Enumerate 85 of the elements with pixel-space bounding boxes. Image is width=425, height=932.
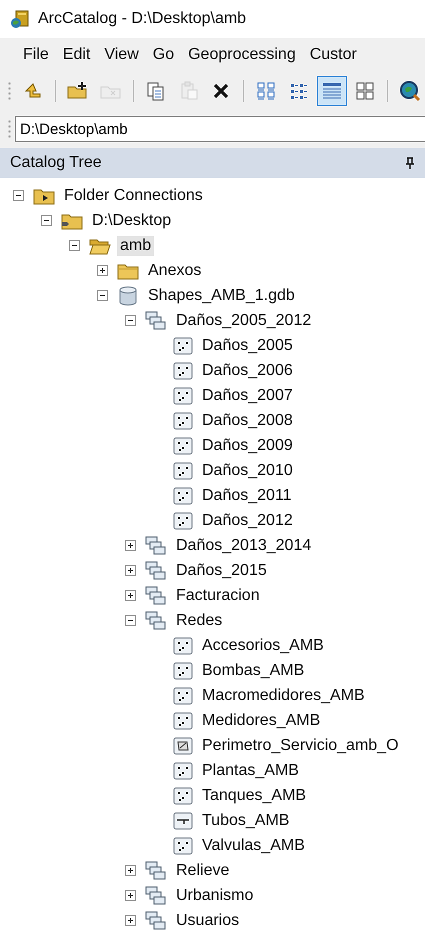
feature-dataset-icon <box>145 886 167 906</box>
point-layer-icon <box>173 512 193 530</box>
feature-dataset-icon <box>145 586 167 606</box>
details-view-icon[interactable] <box>317 76 348 106</box>
panel-title: Catalog Tree <box>10 154 102 172</box>
point-layer-icon <box>173 786 193 804</box>
point-layer-icon <box>173 362 193 380</box>
collapse-icon[interactable] <box>41 215 52 226</box>
folder-connections-icon <box>33 186 55 204</box>
window-title: ArcCatalog - D:\Desktop\amb <box>38 10 246 28</box>
tree-item[interactable]: Daños_2011 <box>199 486 295 506</box>
expand-icon[interactable] <box>97 265 108 276</box>
tree-item[interactable]: Relieve <box>173 860 232 880</box>
folder-icon <box>117 262 139 280</box>
expand-icon[interactable] <box>125 890 136 901</box>
tree-item[interactable]: Daños_2013_2014 <box>173 536 314 556</box>
tree-item[interactable]: Daños_2008 <box>199 410 296 430</box>
tree-item[interactable]: Redes <box>173 610 226 630</box>
collapse-icon[interactable] <box>97 290 108 301</box>
point-layer-icon <box>173 486 193 504</box>
menu-item[interactable]: Edit <box>62 46 90 64</box>
tree-item[interactable]: Medidores_AMB <box>199 710 324 730</box>
tree-item[interactable]: Daños_2005_2012 <box>173 310 314 330</box>
feature-dataset-icon <box>145 310 167 330</box>
tree-item[interactable]: Anexos <box>145 260 204 280</box>
point-layer-icon <box>173 436 193 454</box>
tree-item[interactable]: Daños_2010 <box>199 460 296 480</box>
database-icon <box>117 286 139 306</box>
menu-item[interactable]: View <box>104 46 139 64</box>
line-layer-icon <box>173 812 193 830</box>
open-folder-icon <box>89 236 111 254</box>
folder-link-icon <box>61 212 83 230</box>
point-layer-icon <box>173 662 193 680</box>
menu-item[interactable]: Geoprocessing <box>188 46 296 64</box>
tree-item[interactable]: Daños_2015 <box>173 560 270 580</box>
pin-icon[interactable] <box>405 157 415 169</box>
tree-item[interactable]: Usuarios <box>173 910 242 930</box>
point-layer-icon <box>173 686 193 704</box>
tree-item[interactable]: Urbanismo <box>173 886 256 906</box>
point-layer-icon <box>173 462 193 480</box>
feature-dataset-icon <box>145 860 167 880</box>
tree-item[interactable]: Daños_2005 <box>199 336 296 356</box>
tree-item[interactable]: Tanques_AMB <box>199 786 310 806</box>
expand-icon[interactable] <box>125 590 136 601</box>
tree-item[interactable]: Valvulas_AMB <box>199 836 308 856</box>
tree-item[interactable]: Plantas_AMB <box>199 760 302 780</box>
tree-item[interactable]: Facturacion <box>173 586 263 606</box>
expand-icon[interactable] <box>125 865 136 876</box>
menu-item[interactable]: Go <box>152 46 174 64</box>
point-layer-icon <box>173 712 193 730</box>
point-layer-icon <box>173 636 193 654</box>
collapse-icon[interactable] <box>125 615 136 626</box>
collapse-icon[interactable] <box>69 240 80 251</box>
location-field[interactable]: D:\Desktop\amb <box>15 116 425 142</box>
feature-dataset-icon <box>145 536 167 556</box>
expand-icon[interactable] <box>125 540 136 551</box>
tree-item[interactable]: Macromedidores_AMB <box>199 686 368 706</box>
tree-item[interactable]: D:\Desktop <box>89 210 174 230</box>
tree-item[interactable]: Daños_2009 <box>199 436 296 456</box>
feature-dataset-icon <box>145 610 167 630</box>
point-layer-icon <box>173 336 193 354</box>
tree-item[interactable]: amb <box>117 236 154 256</box>
collapse-icon[interactable] <box>125 315 136 326</box>
tree-item[interactable]: Shapes_AMB_1.gdb <box>145 286 298 306</box>
tree-item[interactable]: Daños_2006 <box>199 360 296 380</box>
point-layer-icon <box>173 762 193 780</box>
tree-item[interactable]: Daños_2007 <box>199 386 296 406</box>
tree-item[interactable]: Perimetro_Servicio_amb_O <box>199 736 402 756</box>
point-layer-icon <box>173 386 193 404</box>
tree-item[interactable]: Folder Connections <box>61 186 206 206</box>
tree-item[interactable]: Bombas_AMB <box>199 660 308 680</box>
menu-item[interactable]: File <box>23 46 49 64</box>
feature-dataset-icon <box>145 910 167 930</box>
feature-dataset-icon <box>145 560 167 580</box>
point-layer-icon <box>173 412 193 430</box>
expand-icon[interactable] <box>125 915 136 926</box>
expand-icon[interactable] <box>125 565 136 576</box>
point-layer-icon <box>173 836 193 854</box>
tree-item[interactable]: Accesorios_AMB <box>199 636 327 656</box>
tree-item[interactable]: Daños_2012 <box>199 510 296 530</box>
collapse-icon[interactable] <box>13 190 24 201</box>
menu-item[interactable]: Custor <box>310 46 357 64</box>
polygon-layer-icon <box>173 736 193 754</box>
tree-item[interactable]: Tubos_AMB <box>199 810 292 830</box>
app-icon <box>10 9 30 29</box>
